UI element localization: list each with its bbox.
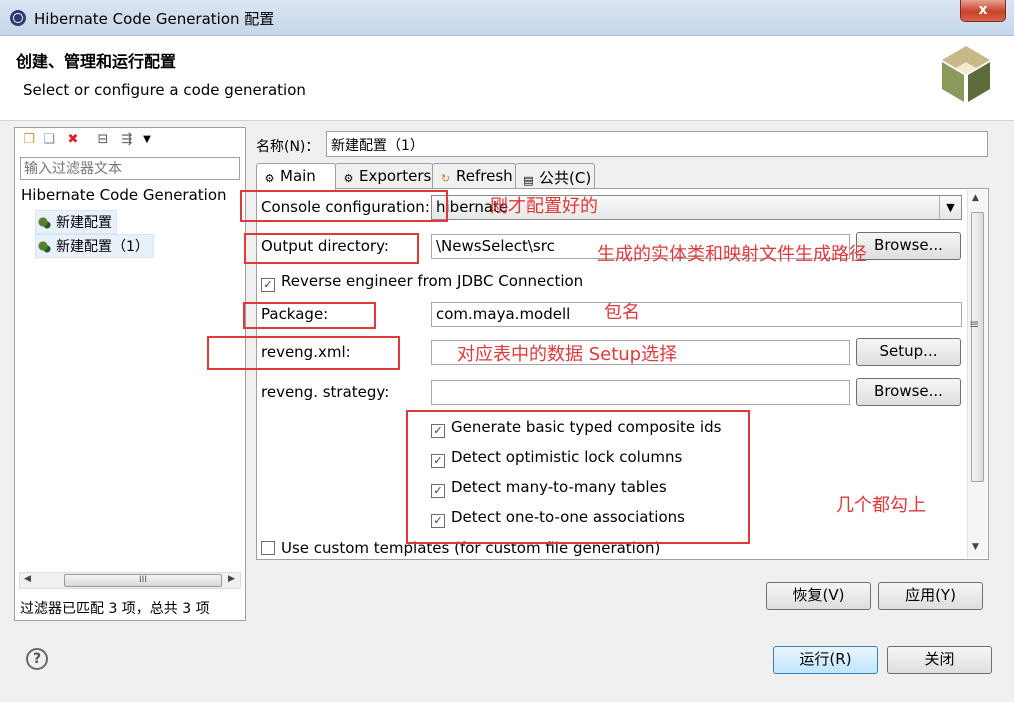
strategy-browse-button[interactable]: Browse... <box>856 378 961 406</box>
dialog-header: 创建、管理和运行配置 Select or configure a code ge… <box>0 36 1014 121</box>
tree-item-label: 新建配置（1） <box>56 239 149 255</box>
scroll-thumb[interactable]: III <box>64 574 222 587</box>
tree-item-config[interactable]: 新建配置 <box>35 210 117 234</box>
header-subtitle: Select or configure a code generation <box>23 81 306 99</box>
tab-label: Main <box>280 167 316 185</box>
filter-icon[interactable]: ⇶ <box>119 132 135 148</box>
revert-button[interactable]: 恢复(V) <box>766 582 871 610</box>
reverse-engineer-checkbox-row[interactable]: ✓ Reverse engineer from JDBC Connection <box>261 272 583 292</box>
dialog-window: Hibernate Code Generation 配置 x 创建、管理和运行配… <box>0 0 1014 702</box>
annotation-box-reveng <box>207 336 400 370</box>
tab-exporters[interactable]: ⚙ Exporters <box>335 163 433 188</box>
header-title: 创建、管理和运行配置 <box>16 52 177 71</box>
tab-common[interactable]: ▤ 公共(C) <box>515 163 595 188</box>
package-input[interactable]: com.maya.modell <box>431 302 962 327</box>
tab-refresh[interactable]: ↻ Refresh <box>432 163 516 188</box>
chevron-down-icon[interactable]: ▼ <box>939 196 961 219</box>
annotation-box-console <box>240 190 448 222</box>
close-button[interactable]: 关闭 <box>887 646 992 674</box>
run-button[interactable]: 运行(R) <box>773 646 878 674</box>
collapse-all-icon[interactable]: ⊟ <box>95 132 111 148</box>
annotation-console-note: 刚才配置好的 <box>490 196 598 217</box>
gear-icon: ⚙ <box>343 172 354 185</box>
left-toolbar: ❐ ❏ ✖ ⊟ ⇶ ▼ <box>15 128 245 152</box>
window-icon: ▤ <box>523 174 534 187</box>
annotation-reveng-note: 对应表中的数据 Setup选择 <box>457 344 678 365</box>
gear-icon: ⚙ <box>264 172 275 185</box>
tab-main[interactable]: ⚙ Main <box>256 163 336 190</box>
config-icon <box>36 238 52 254</box>
window-title: Hibernate Code Generation 配置 <box>34 10 275 28</box>
title-bar: Hibernate Code Generation 配置 x <box>0 0 1014 36</box>
name-input[interactable]: 新建配置（1） <box>326 131 988 157</box>
annotation-package-note: 包名 <box>604 302 640 323</box>
annotation-box-options <box>406 410 750 544</box>
duplicate-config-icon[interactable]: ❏ <box>41 132 57 148</box>
chevron-down-icon[interactable]: ▼ <box>139 132 155 148</box>
eclipse-icon <box>10 10 26 26</box>
refresh-icon: ↻ <box>440 172 451 185</box>
new-config-icon[interactable]: ❐ <box>21 132 37 148</box>
reverse-engineer-label: Reverse engineer from JDBC Connection <box>281 272 584 290</box>
config-icon <box>36 214 52 230</box>
delete-config-icon[interactable]: ✖ <box>65 132 81 148</box>
annotation-box-package <box>243 302 376 329</box>
reveng-strategy-label: reveng. strategy: <box>261 383 390 401</box>
checkbox-checked-icon[interactable]: ✓ <box>261 278 275 292</box>
annotation-output-note: 生成的实体类和映射文件生成路径 <box>597 244 867 265</box>
reveng-strategy-input[interactable] <box>431 380 850 405</box>
configuration-list-panel: ❐ ❏ ✖ ⊟ ⇶ ▼ Hibernate Code Generation 新建… <box>14 127 246 621</box>
apply-button[interactable]: 应用(Y) <box>878 582 983 610</box>
help-icon[interactable]: ? <box>26 648 48 670</box>
filter-status: 过滤器已匹配 3 项，总共 3 项 <box>20 601 210 617</box>
annotation-box-output <box>244 233 419 264</box>
scroll-left-icon[interactable]: ◀ <box>24 574 31 584</box>
vertical-scrollbar[interactable]: ▲ ≡ ▼ <box>967 190 987 558</box>
checkbox-unchecked-icon[interactable] <box>261 541 275 555</box>
tab-label: Exporters <box>359 167 432 185</box>
scroll-grip-icon: ≡ <box>969 317 980 331</box>
tab-label: 公共(C) <box>539 169 592 187</box>
scroll-down-icon[interactable]: ▼ <box>972 542 979 552</box>
hibernate-logo-icon <box>942 46 990 102</box>
horizontal-scrollbar[interactable]: ◀ III ▶ <box>19 572 241 589</box>
tab-label: Refresh <box>456 167 513 185</box>
output-browse-button[interactable]: Browse... <box>856 232 961 260</box>
tree-item-config-1[interactable]: 新建配置（1） <box>35 234 154 258</box>
scroll-up-icon[interactable]: ▲ <box>972 193 979 203</box>
annotation-options-note: 几个都勾上 <box>836 495 926 516</box>
scroll-grip: III <box>139 575 147 585</box>
vertical-scroll-thumb[interactable] <box>971 212 984 482</box>
name-label: 名称(N)： <box>256 139 320 155</box>
scroll-right-icon[interactable]: ▶ <box>228 574 235 584</box>
filter-input[interactable] <box>20 157 240 180</box>
tree-root-label: Hibernate Code Generation <box>21 186 227 204</box>
window-close-button[interactable]: x <box>960 0 1006 22</box>
tree-item-label: 新建配置 <box>56 215 112 231</box>
setup-button[interactable]: Setup... <box>856 338 961 366</box>
tree-root-hibernate[interactable]: Hibernate Code Generation <box>21 186 227 204</box>
